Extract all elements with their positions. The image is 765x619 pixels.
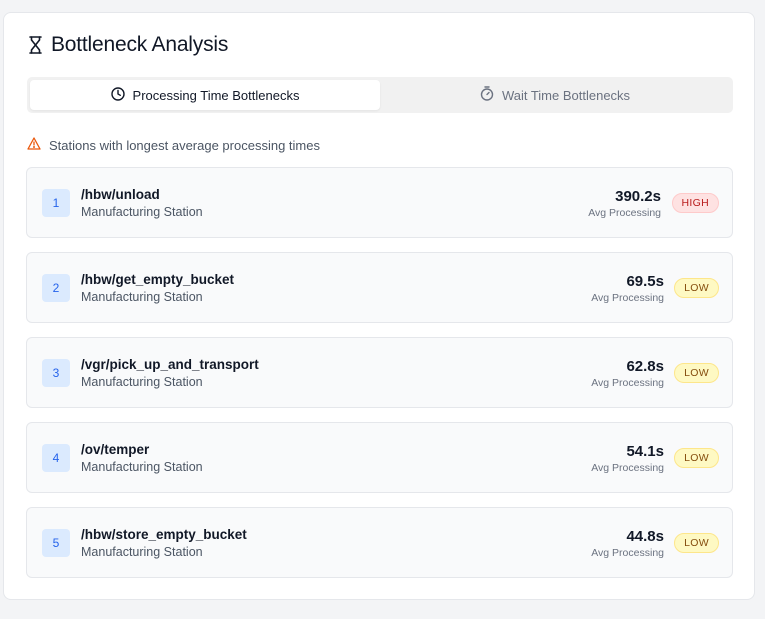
station-name: /hbw/store_empty_bucket — [81, 527, 247, 542]
list-item[interactable]: 5 /hbw/store_empty_bucket Manufacturing … — [26, 507, 733, 578]
station-info: /vgr/pick_up_and_transport Manufacturing… — [81, 356, 259, 389]
clock-icon — [110, 86, 125, 104]
tab-bar: Processing Time Bottlenecks Wait Time Bo… — [27, 77, 733, 113]
station-info: /hbw/unload Manufacturing Station — [81, 186, 203, 219]
list-item[interactable]: 4 /ov/temper Manufacturing Station 54.1s… — [26, 422, 733, 493]
metric: 62.8s Avg Processing — [591, 358, 664, 389]
tab-wait-time[interactable]: Wait Time Bottlenecks — [380, 80, 730, 110]
metric: 390.2s Avg Processing — [588, 188, 661, 219]
rank-badge: 3 — [42, 359, 70, 387]
metric-label: Avg Processing — [591, 292, 664, 304]
page-title: Bottleneck Analysis — [51, 33, 229, 56]
station-info: /hbw/store_empty_bucket Manufacturing St… — [81, 526, 247, 559]
info-notice: Stations with longest average processing… — [27, 137, 320, 153]
station-info: /hbw/get_empty_bucket Manufacturing Stat… — [81, 271, 234, 304]
severity-badge: LOW — [674, 278, 719, 298]
severity-badge: LOW — [674, 448, 719, 468]
avg-time: 390.2s — [615, 188, 661, 205]
tab-label: Processing Time Bottlenecks — [132, 87, 300, 103]
metric-label: Avg Processing — [588, 207, 661, 219]
list-item[interactable]: 2 /hbw/get_empty_bucket Manufacturing St… — [26, 252, 733, 323]
bottleneck-list: 1 /hbw/unload Manufacturing Station 390.… — [26, 167, 733, 592]
rank-badge: 5 — [42, 529, 70, 557]
metric: 54.1s Avg Processing — [591, 443, 664, 474]
rank-badge: 4 — [42, 444, 70, 472]
list-item[interactable]: 1 /hbw/unload Manufacturing Station 390.… — [26, 167, 733, 238]
station-name: /ov/temper — [81, 442, 150, 457]
tab-label: Wait Time Bottlenecks — [501, 87, 631, 103]
avg-time: 62.8s — [626, 358, 664, 375]
station-type: Manufacturing Station — [81, 375, 203, 389]
metric-label: Avg Processing — [591, 462, 664, 474]
hourglass-icon — [27, 35, 43, 55]
rank-badge: 1 — [42, 189, 70, 217]
severity-badge: LOW — [674, 363, 719, 383]
station-type: Manufacturing Station — [81, 460, 203, 474]
metric-label: Avg Processing — [591, 547, 664, 559]
metric: 44.8s Avg Processing — [591, 528, 664, 559]
metric: 69.5s Avg Processing — [591, 273, 664, 304]
station-type: Manufacturing Station — [81, 290, 203, 304]
severity-badge: LOW — [674, 533, 719, 553]
card-header: Bottleneck Analysis — [27, 33, 228, 57]
list-item[interactable]: 3 /vgr/pick_up_and_transport Manufacturi… — [26, 337, 733, 408]
notice-text: Stations with longest average processing… — [49, 137, 320, 153]
tab-processing-time[interactable]: Processing Time Bottlenecks — [30, 80, 380, 110]
metric-label: Avg Processing — [591, 377, 664, 389]
avg-time: 44.8s — [626, 528, 664, 545]
warning-icon — [27, 137, 41, 153]
station-info: /ov/temper Manufacturing Station — [81, 441, 203, 474]
avg-time: 54.1s — [626, 443, 664, 460]
station-name: /hbw/unload — [81, 187, 160, 202]
station-type: Manufacturing Station — [81, 205, 203, 219]
severity-badge: HIGH — [671, 193, 719, 213]
station-name: /hbw/get_empty_bucket — [81, 272, 235, 287]
bottleneck-analysis-card: Bottleneck Analysis Processing Time Bott… — [3, 12, 755, 600]
stopwatch-icon — [480, 86, 494, 104]
avg-time: 69.5s — [626, 273, 664, 290]
rank-badge: 2 — [42, 274, 70, 302]
station-type: Manufacturing Station — [81, 545, 203, 559]
station-name: /vgr/pick_up_and_transport — [81, 357, 259, 372]
